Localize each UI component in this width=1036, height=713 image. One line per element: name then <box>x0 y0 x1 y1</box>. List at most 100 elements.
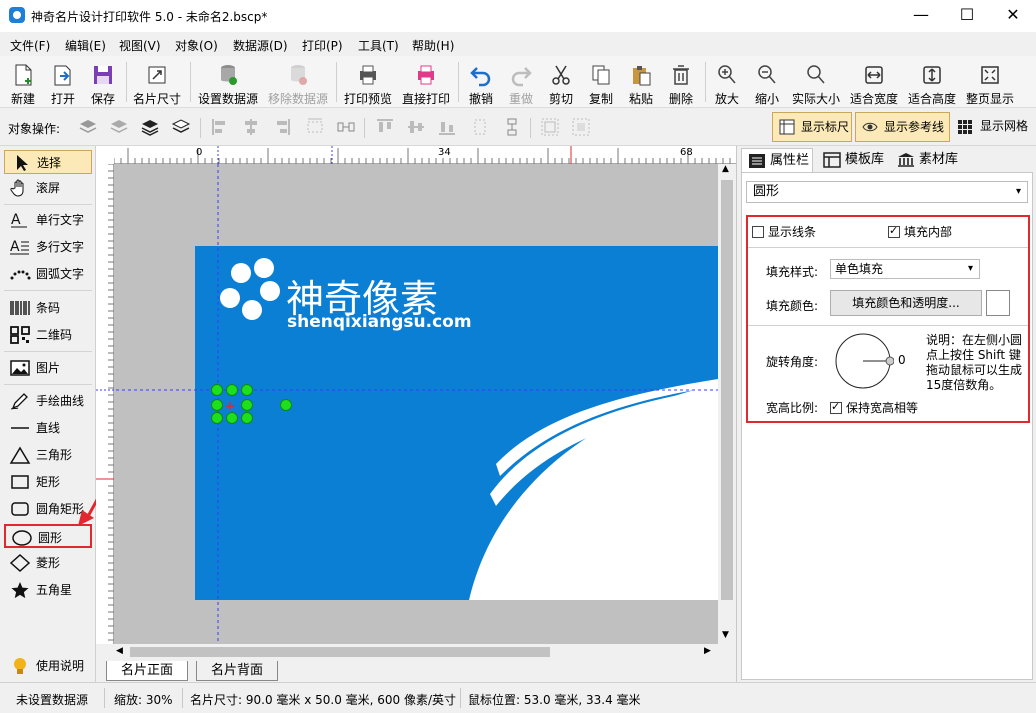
align-bottom-icon[interactable] <box>437 117 457 137</box>
tool-palette: 选择 滚屏 A 单行文字 A 多行文字 圆弧文字 条码 二维码 图片 手绘曲线 … <box>0 146 96 682</box>
group-icon[interactable] <box>540 117 560 137</box>
fill-color-swatch[interactable] <box>986 290 1010 316</box>
tool-freehand[interactable]: 手绘曲线 <box>4 389 92 413</box>
align-center-icon[interactable] <box>241 117 261 137</box>
resize-handle[interactable] <box>211 384 223 396</box>
tool-scroll[interactable]: 滚屏 <box>4 176 92 200</box>
minimize-button[interactable]: — <box>898 0 944 32</box>
vertical-scrollbar[interactable]: ▲ ▼ <box>718 164 736 644</box>
zoom-in-button[interactable]: 放大 <box>710 58 744 106</box>
tool-diamond[interactable]: 菱形 <box>4 551 92 575</box>
bring-forward-icon[interactable] <box>78 117 98 137</box>
tool-multi-text[interactable]: A 多行文字 <box>4 235 92 259</box>
scroll-right-arrow[interactable]: ▶ <box>704 646 711 656</box>
scrollbar-thumb[interactable] <box>130 647 550 657</box>
resize-handle[interactable] <box>211 399 223 411</box>
new-button[interactable]: 新建 <box>6 58 40 106</box>
distribute-vertical-icon[interactable] <box>470 117 490 137</box>
menu-edit[interactable]: 编辑(E) <box>65 37 106 54</box>
fill-style-select[interactable]: 单色填充 <box>830 259 980 279</box>
business-card-front <box>116 164 718 644</box>
open-button[interactable]: 打开 <box>46 58 80 106</box>
tool-arc-text[interactable]: 圆弧文字 <box>4 262 92 286</box>
tool-star[interactable]: 五角星 <box>4 578 92 602</box>
fill-color-button[interactable]: 填充颜色和透明度... <box>830 290 982 316</box>
rotate-handle[interactable] <box>280 399 292 411</box>
menu-object[interactable]: 对象(O) <box>175 37 218 54</box>
show-guides-toggle[interactable]: 显示参考线 <box>855 112 950 142</box>
direct-print-button[interactable]: 直接打印 <box>400 58 452 106</box>
tab-properties[interactable]: 属性栏 <box>741 148 813 172</box>
horizontal-scrollbar[interactable]: ◀ ▶ <box>114 644 718 660</box>
tab-card-front[interactable]: 名片正面 <box>106 661 189 681</box>
resize-handle[interactable] <box>241 412 253 424</box>
resize-handle[interactable] <box>241 384 253 396</box>
card-size-button[interactable]: 名片尺寸 <box>131 58 183 106</box>
resize-handle[interactable] <box>211 412 223 424</box>
distribute-horizontal-icon[interactable] <box>305 117 325 137</box>
align-top-icon[interactable] <box>375 117 395 137</box>
send-backward-icon[interactable] <box>109 117 129 137</box>
set-datasource-button[interactable]: 设置数据源 <box>196 58 260 106</box>
cut-button[interactable]: 剪切 <box>544 58 578 106</box>
keep-aspect-checkbox[interactable]: 保持宽高相等 <box>830 399 918 416</box>
menu-datasource[interactable]: 数据源(D) <box>233 37 288 54</box>
show-grid-toggle[interactable]: 显示网格 <box>952 112 1034 142</box>
tool-barcode[interactable]: 条码 <box>4 296 92 320</box>
redo-button[interactable]: 重做 <box>504 58 538 106</box>
scroll-left-arrow[interactable]: ◀ <box>116 646 123 656</box>
remove-datasource-button[interactable]: 移除数据源 <box>266 58 330 106</box>
fit-page-icon <box>981 66 999 84</box>
tool-select[interactable]: 选择 <box>4 150 92 174</box>
circle-properties-box: 显示线条 填充内部 填充样式: 单色填充 填充颜色: 填充颜色和透明度... 旋… <box>746 215 1030 423</box>
tool-help[interactable]: 使用说明 <box>4 654 92 678</box>
undo-button[interactable]: 撤销 <box>464 58 498 106</box>
send-to-back-icon[interactable] <box>171 117 191 137</box>
save-button[interactable]: 保存 <box>86 58 120 106</box>
distribute-spacing-icon[interactable] <box>336 117 356 137</box>
resize-handle[interactable] <box>226 412 238 424</box>
close-button[interactable]: ✕ <box>990 0 1036 32</box>
design-canvas[interactable]: 神奇像素 shenqixiangsu.com <box>114 164 718 644</box>
fit-width-button[interactable]: 适合宽度 <box>848 58 900 106</box>
resize-handle[interactable] <box>241 399 253 411</box>
align-middle-icon[interactable] <box>406 117 426 137</box>
tool-image[interactable]: 图片 <box>4 356 92 380</box>
ungroup-icon[interactable] <box>571 117 591 137</box>
show-line-checkbox[interactable]: 显示线条 <box>752 223 816 240</box>
tab-card-back[interactable]: 名片背面 <box>196 661 279 681</box>
paste-button[interactable]: 粘贴 <box>624 58 658 106</box>
copy-button[interactable]: 复制 <box>584 58 618 106</box>
resize-handle[interactable] <box>226 384 238 396</box>
menu-view[interactable]: 视图(V) <box>119 37 161 54</box>
tool-line[interactable]: 直线 <box>4 416 92 440</box>
fill-inside-checkbox[interactable]: 填充内部 <box>888 223 952 240</box>
delete-button[interactable]: 删除 <box>664 58 698 106</box>
maximize-button[interactable]: ☐ <box>944 0 990 32</box>
tool-single-text[interactable]: A 单行文字 <box>4 208 92 232</box>
tab-templates[interactable]: 模板库 <box>817 148 889 172</box>
menu-file[interactable]: 文件(F) <box>10 37 50 54</box>
align-left-icon[interactable] <box>210 117 230 137</box>
align-right-icon[interactable] <box>272 117 292 137</box>
scroll-up-arrow[interactable]: ▲ <box>722 164 729 174</box>
bring-to-front-icon[interactable] <box>140 117 160 137</box>
zoom-out-button[interactable]: 缩小 <box>750 58 784 106</box>
distribute-vertical-spacing-icon[interactable] <box>502 117 522 137</box>
print-preview-button[interactable]: 打印预览 <box>342 58 394 106</box>
menu-tools[interactable]: 工具(T) <box>358 37 399 54</box>
rotation-dial[interactable] <box>834 332 894 390</box>
tool-qrcode[interactable]: 二维码 <box>4 323 92 347</box>
show-ruler-toggle[interactable]: 显示标尺 <box>772 112 852 142</box>
scrollbar-thumb[interactable] <box>721 180 733 600</box>
tool-triangle[interactable]: 三角形 <box>4 443 92 467</box>
fit-page-button[interactable]: 整页显示 <box>964 58 1016 106</box>
menu-print[interactable]: 打印(P) <box>302 37 343 54</box>
actual-size-button[interactable]: 实际大小 <box>790 58 842 106</box>
object-type-select[interactable]: 圆形 <box>746 181 1028 203</box>
fit-height-button[interactable]: 适合高度 <box>906 58 958 106</box>
menu-help[interactable]: 帮助(H) <box>412 37 454 54</box>
tab-assets[interactable]: 素材库 <box>891 148 963 172</box>
list-icon <box>749 154 765 168</box>
scroll-down-arrow[interactable]: ▼ <box>722 630 729 640</box>
